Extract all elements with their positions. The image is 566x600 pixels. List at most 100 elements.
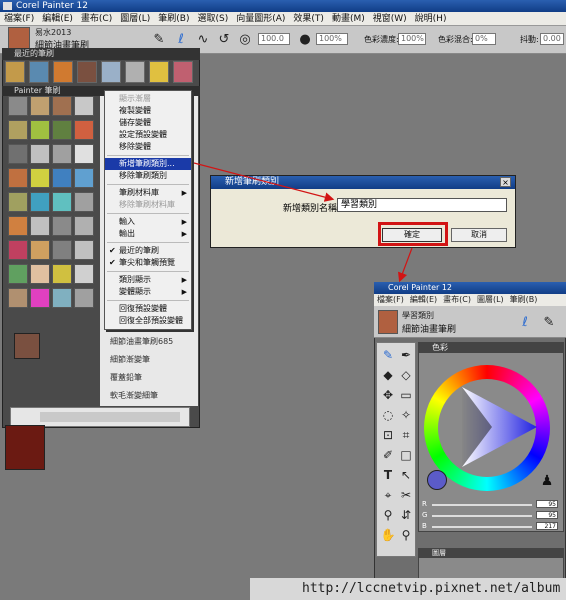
category-cell[interactable] [52, 96, 72, 116]
menu-brushes[interactable]: 筆刷(B) [154, 14, 193, 24]
menu-item-dab-stroke-preview[interactable]: ✔ 筆尖和筆觸預覽 [105, 257, 191, 269]
menu-item-copy-variant[interactable]: 複製變體 [105, 105, 191, 117]
category-cell[interactable] [8, 120, 28, 140]
menu-edit[interactable]: 編輯(E) [407, 295, 440, 304]
menu-file[interactable]: 檔案(F) [0, 14, 38, 24]
category-cell[interactable] [8, 288, 28, 308]
layer-adjuster-icon[interactable]: ✥ [380, 387, 396, 403]
variant-item[interactable]: 細節油畫筆刷685 [100, 336, 173, 347]
recent-brush-1[interactable] [5, 61, 25, 83]
r-value[interactable]: 95 [536, 500, 558, 508]
magic-wand-icon[interactable]: ✧ [398, 407, 414, 423]
menu-item-new-brush-category[interactable]: 新增筆刷類別... [105, 158, 191, 170]
selector-icon[interactable]: ↖ [398, 467, 414, 483]
magnifier-icon[interactable]: ⚲ [398, 527, 414, 543]
category-cell[interactable] [74, 168, 94, 188]
transform-icon[interactable]: ⊡ [380, 427, 396, 443]
category-cell[interactable] [74, 192, 94, 212]
recent-brush-3[interactable] [53, 61, 73, 83]
recent-brush-4[interactable] [77, 61, 97, 83]
b-slider[interactable]: B 217 [422, 522, 560, 531]
brush-tool-icon[interactable]: ✎ [540, 314, 558, 332]
menu-effects[interactable]: 效果(T) [289, 14, 328, 24]
category-cell[interactable] [30, 168, 50, 188]
category-cell[interactable] [30, 144, 50, 164]
grabber-icon[interactable]: ✋ [380, 527, 396, 543]
category-cell[interactable] [52, 192, 72, 212]
category-cell[interactable] [74, 216, 94, 236]
menu-item-variant-display[interactable]: 變體顯示 ▶ [105, 286, 191, 298]
b-value[interactable]: 217 [536, 522, 558, 530]
r-slider[interactable]: R 95 [422, 500, 560, 509]
recent-brush-2[interactable] [29, 61, 49, 83]
menu-item-save-variant[interactable]: 儲存變體 [105, 117, 191, 129]
shape-selection-icon[interactable]: ⌖ [380, 487, 396, 503]
mirror-icon[interactable]: ⇵ [398, 507, 414, 523]
menu-canvas[interactable]: 畫布(C) [77, 14, 116, 24]
menu-item-remove-variant[interactable]: 移除變體 [105, 141, 191, 153]
size-field[interactable]: 100.0 [258, 33, 290, 45]
close-icon[interactable]: × [500, 177, 511, 187]
g-value[interactable]: 95 [536, 511, 558, 519]
clone-icon[interactable]: ⚲ [380, 507, 396, 523]
custom-category-avatar[interactable] [14, 333, 40, 359]
menu-item-set-default-variant[interactable]: 設定預設變體 [105, 129, 191, 141]
rect-select-icon[interactable]: ▭ [398, 387, 414, 403]
category-cell[interactable] [8, 240, 28, 260]
menu-item-export[interactable]: 輸出 ▶ [105, 228, 191, 240]
dropper-tool-icon[interactable]: ✒ [398, 347, 414, 363]
recent-brush-6[interactable] [125, 61, 145, 83]
scissors-icon[interactable]: ✂ [398, 487, 414, 503]
menu-item-recent-brushes[interactable]: ✔ 最近的筆刷 [105, 245, 191, 257]
category-cell[interactable] [8, 264, 28, 284]
brush-selector-icon[interactable] [378, 310, 398, 334]
menu-item-import[interactable]: 輸入 ▶ [105, 216, 191, 228]
color-mix-field[interactable]: 0% [472, 33, 496, 45]
dab-icon[interactable]: ◎ [236, 31, 254, 49]
opacity-field[interactable]: 100% [316, 33, 348, 45]
stroke-icon[interactable]: ℓ [172, 31, 190, 49]
category-cell[interactable] [74, 144, 94, 164]
category-cell[interactable] [8, 144, 28, 164]
shape-icon[interactable]: □ [398, 447, 414, 463]
category-cell[interactable] [30, 216, 50, 236]
menu-window[interactable]: 視窗(W) [369, 14, 411, 24]
clone-color-icon[interactable]: ♟ [538, 472, 556, 490]
category-cell[interactable] [30, 96, 50, 116]
category-cell[interactable] [52, 264, 72, 284]
menu-item-remove-brush-library[interactable]: 移除筆刷材料庫 [105, 199, 191, 211]
category-cell[interactable] [30, 120, 50, 140]
variant-item[interactable]: 覆蓋鉛筆 [100, 372, 142, 383]
menu-layers[interactable]: 圖層(L) [474, 295, 507, 304]
menu-edit[interactable]: 編輯(E) [38, 14, 77, 24]
bezier-icon[interactable]: ∿ [194, 31, 212, 49]
menu-select[interactable]: 選取(S) [193, 14, 232, 24]
recent-brush-8[interactable] [173, 61, 193, 83]
menu-movie[interactable]: 動畫(M) [328, 14, 369, 24]
category-cell[interactable] [52, 168, 72, 188]
category-cell[interactable] [8, 168, 28, 188]
variant-item[interactable]: 軟毛漸變細筆 [100, 390, 158, 401]
brush-tool-icon[interactable]: ✎ [150, 31, 168, 49]
category-cell[interactable] [74, 240, 94, 260]
menu-item-restore-all-default-variants[interactable]: 回復全部預設變體 [105, 315, 191, 327]
category-cell[interactable] [30, 264, 50, 284]
category-cell[interactable] [52, 120, 72, 140]
crop-icon[interactable]: ⌗ [398, 427, 414, 443]
menu-brushes[interactable]: 筆刷(B) [507, 295, 541, 304]
category-cell[interactable] [74, 120, 94, 140]
category-cell[interactable] [30, 240, 50, 260]
menu-help[interactable]: 說明(H) [411, 14, 451, 24]
category-cell[interactable] [30, 288, 50, 308]
paint-bucket-icon[interactable]: ◆ [380, 367, 396, 383]
category-cell[interactable] [8, 96, 28, 116]
text-tool-icon[interactable]: T [380, 467, 396, 483]
menu-layers[interactable]: 圖層(L) [116, 14, 154, 24]
category-cell[interactable] [8, 192, 28, 212]
lasso-icon[interactable]: ◌ [380, 407, 396, 423]
category-cell[interactable] [52, 240, 72, 260]
variant-item[interactable]: 細節漸變筆 [100, 354, 150, 365]
brush-tool-icon[interactable]: ✎ [380, 347, 396, 363]
pen-icon[interactable]: ✐ [380, 447, 396, 463]
category-cell[interactable] [8, 216, 28, 236]
